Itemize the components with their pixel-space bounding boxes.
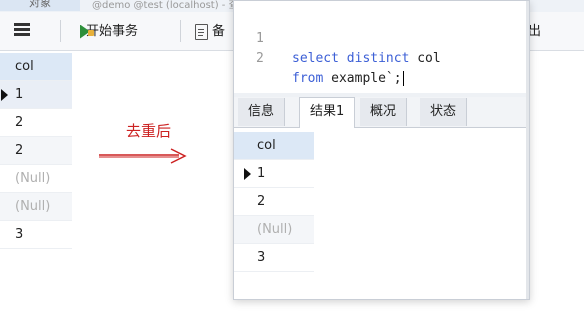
current-row-marker-icon <box>1 89 8 101</box>
query-window: 1 select distinct col 2 from example`;​ … <box>233 0 530 300</box>
menu-icon[interactable] <box>14 23 30 37</box>
sql-text: example`; <box>323 71 402 86</box>
result-tabs: 信息 结果1 概况 状态 <box>234 97 529 128</box>
sql-text: col <box>409 51 441 66</box>
cell: 2 <box>257 194 266 209</box>
current-row-marker-icon <box>244 168 251 180</box>
vertical-scrollbar[interactable] <box>526 1 529 299</box>
cell: (Null) <box>15 171 51 186</box>
text-cursor: ​ <box>402 71 404 86</box>
cell: 2 <box>15 143 24 158</box>
table-row[interactable]: 1 <box>0 81 72 109</box>
cell: 3 <box>257 250 266 265</box>
tab-overview[interactable]: 概况 <box>360 98 408 126</box>
cell: 1 <box>257 166 266 181</box>
cell: (Null) <box>15 199 51 214</box>
cell: (Null) <box>257 222 293 237</box>
tab-result-1[interactable]: 结果1 <box>299 97 356 128</box>
backup-button[interactable]: 备 <box>195 21 225 43</box>
backup-label: 备 <box>212 24 226 39</box>
editor-line: 1 select distinct col <box>234 9 441 66</box>
document-icon <box>195 23 208 40</box>
result-grid-distinct: col 1 2 (Null) 3 <box>234 132 314 272</box>
sql-editor[interactable]: 1 select distinct col 2 from example`;​ <box>234 1 529 93</box>
cell: 1 <box>15 87 24 102</box>
tab-objects[interactable]: 对象 <box>0 0 80 11</box>
tab-status[interactable]: 状态 <box>420 98 468 126</box>
editor-line: 2 from example`;​ <box>234 29 404 86</box>
sql-keyword: from <box>292 71 324 86</box>
cell: 2 <box>15 115 24 130</box>
sql-keyword: select distinct <box>292 51 410 66</box>
table-row[interactable]: (Null) <box>234 216 314 244</box>
table-row[interactable]: 3 <box>234 244 314 272</box>
table-row[interactable]: (Null) <box>0 193 72 221</box>
line-number: 2 <box>256 51 264 66</box>
table-row[interactable]: 3 <box>0 221 72 249</box>
annotation-label: 去重后 <box>126 122 172 140</box>
table-row[interactable]: 2 <box>0 109 72 137</box>
table-row[interactable]: 1 <box>234 160 314 188</box>
column-header-col[interactable]: col <box>0 53 72 81</box>
column-header-col[interactable]: col <box>234 132 314 160</box>
right-arrow-icon <box>99 148 187 164</box>
start-transaction-button[interactable]: 开始事务 <box>80 21 138 43</box>
table-row[interactable]: 2 <box>0 137 72 165</box>
table-row[interactable]: 2 <box>234 188 314 216</box>
result-grid-original: col 1 2 2 (Null) (Null) 3 <box>0 53 72 249</box>
tab-info[interactable]: 信息 <box>238 98 286 126</box>
cell: 3 <box>15 227 24 242</box>
table-row[interactable]: (Null) <box>0 165 72 193</box>
toolbar-separator <box>60 20 61 42</box>
toolbar-separator <box>180 20 181 42</box>
